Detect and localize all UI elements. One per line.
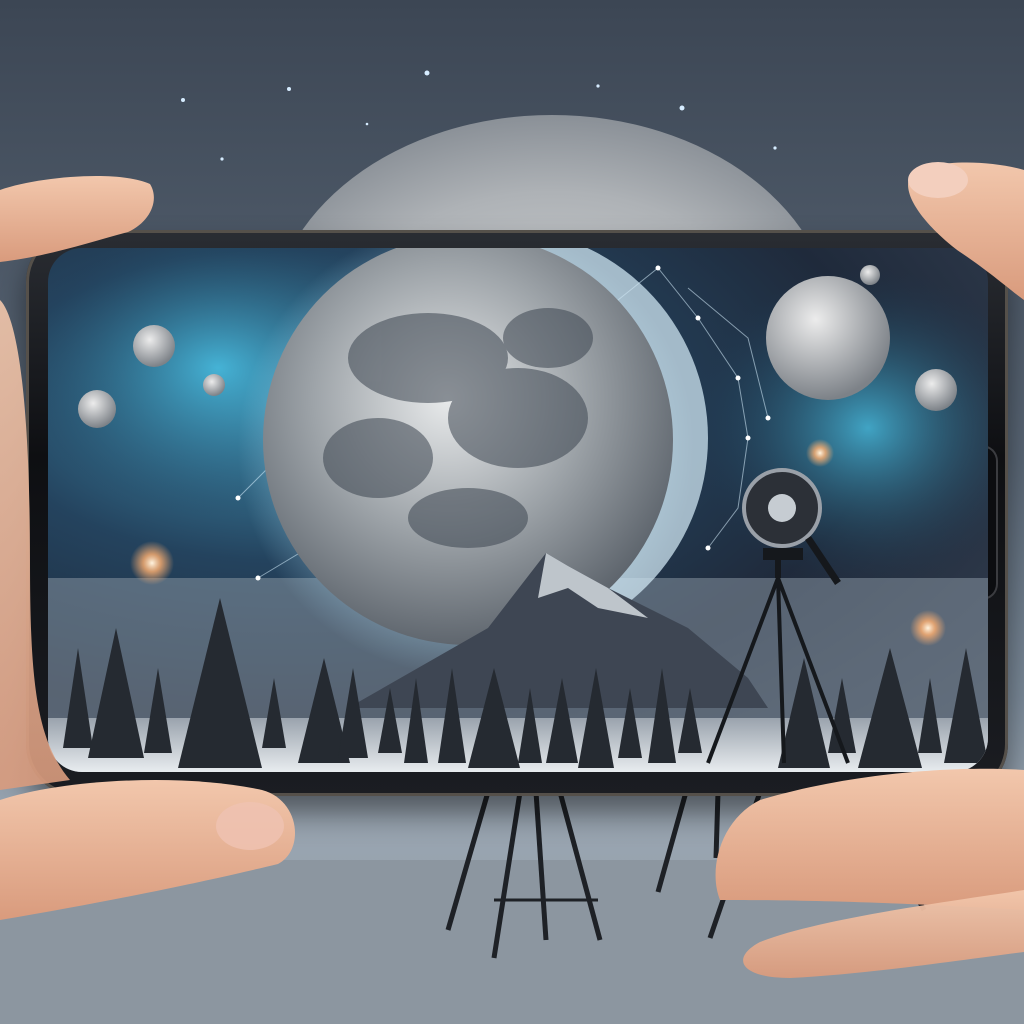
small-moon-icon xyxy=(78,390,116,428)
star-icon xyxy=(910,610,946,646)
small-moon-icon xyxy=(860,265,880,285)
table-surface xyxy=(0,860,1024,1024)
screen-scene xyxy=(48,248,988,772)
small-moon-icon xyxy=(203,374,225,396)
star-icon xyxy=(130,541,174,585)
small-moon-icon xyxy=(915,369,957,411)
star-icon xyxy=(806,439,834,467)
planet-icon xyxy=(766,276,890,400)
small-moon-icon xyxy=(133,325,175,367)
phone-screen xyxy=(48,248,988,772)
